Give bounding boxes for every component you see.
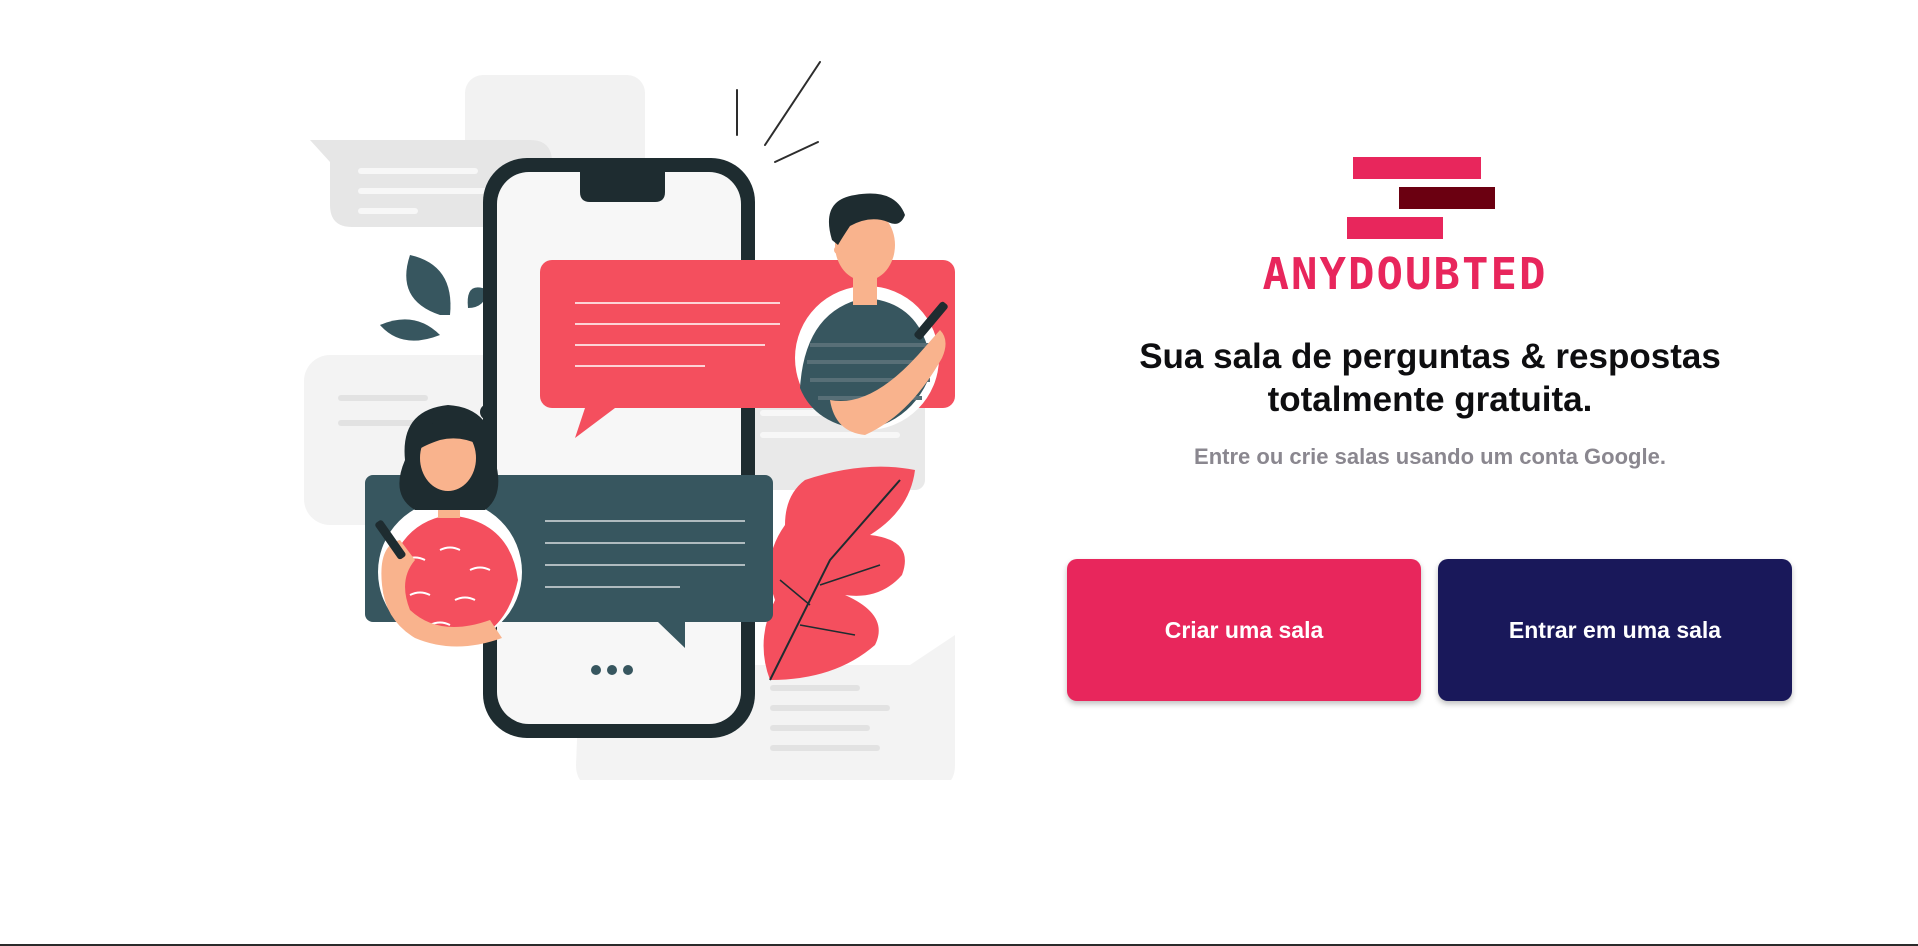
accent-lines <box>736 61 821 163</box>
join-room-button[interactable]: Entrar em uma sala <box>1438 559 1792 701</box>
coral-leaf <box>763 466 915 681</box>
join-room-button-label: Entrar em uma sala <box>1508 616 1722 643</box>
create-room-button[interactable]: Criar uma sala <box>1067 559 1421 701</box>
create-room-button-label: Criar uma sala <box>1164 616 1324 643</box>
headline-line-2: totalmente gratuita. <box>1267 380 1593 419</box>
page-title: Sua sala de perguntas & respostas totalm… <box>1080 335 1780 421</box>
page-subtitle: Entre ou crie salas usando um conta Goog… <box>1194 444 1666 469</box>
brand-logo: ANYDOUBTED <box>1235 155 1575 300</box>
leaf-decoration <box>380 255 488 341</box>
auth-panel: ANYDOUBTED Sua sala de perguntas & respo… <box>1060 140 1800 720</box>
headline-line-1: Sua sala de perguntas & respostas <box>1139 337 1721 376</box>
brand-name: ANYDOUBTED <box>1262 249 1548 300</box>
landing-page: ANYDOUBTED Sua sala de perguntas & respo… <box>0 0 1918 946</box>
logo-icon <box>1347 157 1495 239</box>
chat-illustration <box>304 61 955 780</box>
phone <box>483 158 755 738</box>
